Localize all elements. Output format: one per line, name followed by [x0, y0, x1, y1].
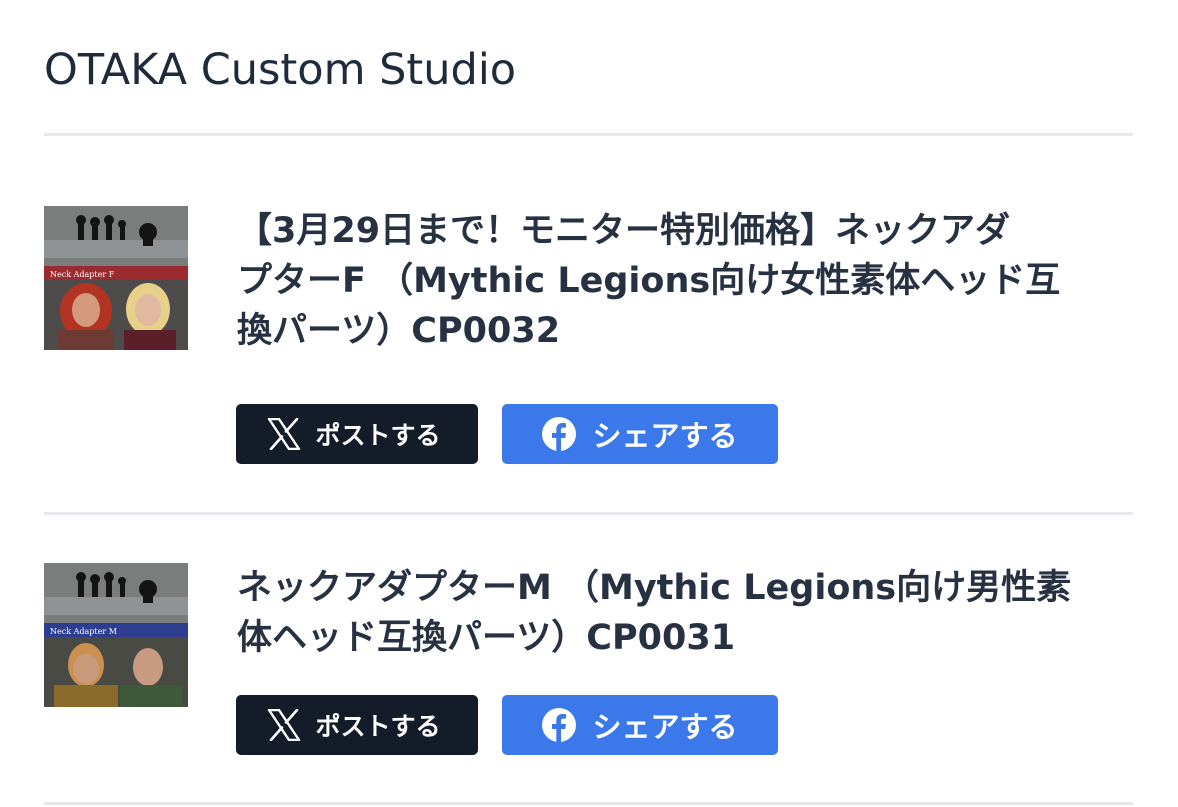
post-button-label: ポストする — [315, 421, 441, 450]
post-to-x-button[interactable]: ポストする — [236, 404, 478, 464]
share-facebook-button[interactable]: シェアする — [502, 695, 778, 755]
product-thumbnail[interactable]: Neck Adapter F — [44, 206, 188, 350]
x-logo-icon — [267, 709, 301, 741]
product-thumbnail[interactable]: Neck Adapter M — [44, 563, 188, 707]
shop-title: OTAKA Custom Studio — [44, 45, 517, 95]
x-logo-icon — [267, 418, 301, 450]
thumbnail-banner-text: Neck Adapter F — [50, 270, 115, 279]
divider — [44, 802, 1133, 805]
post-button-label: ポストする — [315, 712, 441, 741]
share-button-label: シェアする — [592, 710, 738, 744]
product-title[interactable]: 【3月29日まで！モニター特別価格】ネックアダ プターF （Mythic Leg… — [237, 206, 1137, 356]
facebook-logo-icon — [542, 417, 577, 451]
facebook-logo-icon — [542, 708, 577, 742]
share-button-label: シェアする — [592, 419, 738, 453]
post-to-x-button[interactable]: ポストする — [236, 695, 478, 755]
share-facebook-button[interactable]: シェアする — [502, 404, 778, 464]
thumbnail-banner-text: Neck Adapter M — [50, 627, 117, 636]
divider — [44, 133, 1133, 136]
product-title[interactable]: ネックアダプターM （Mythic Legions向け男性素 体ヘッド互換パーツ… — [237, 563, 1137, 663]
share-buttons: ポストする シェアする — [236, 404, 778, 464]
divider — [44, 512, 1133, 515]
share-buttons: ポストする シェアする — [236, 695, 778, 755]
